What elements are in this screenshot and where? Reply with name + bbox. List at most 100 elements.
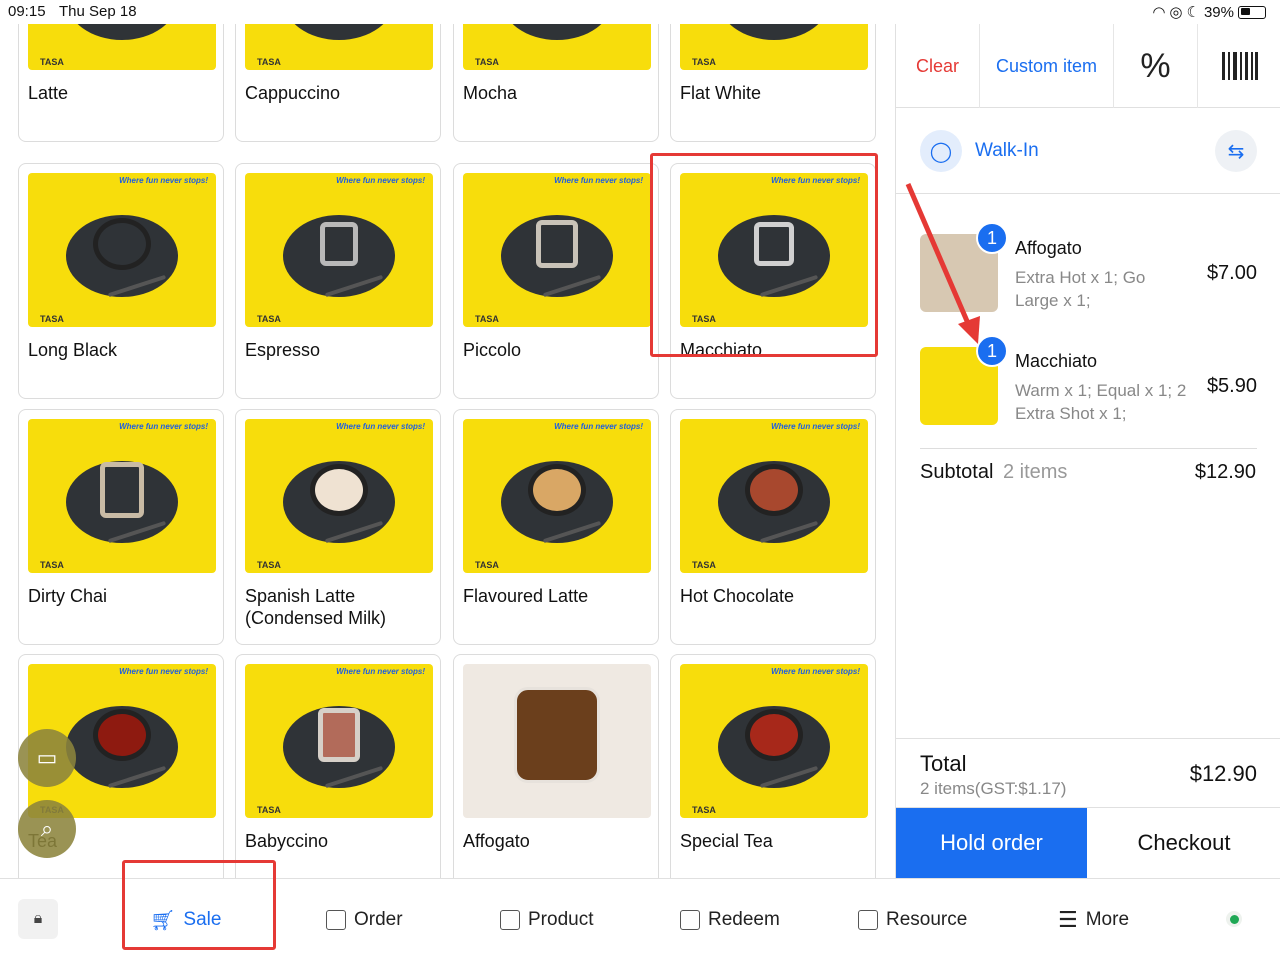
product-card-latte[interactable]: TASA Latte [18, 24, 224, 142]
product-name: Flat White [680, 83, 762, 103]
product-name: Hot Chocolate [680, 586, 795, 606]
product-image: Where fun never stops!TASA [245, 419, 433, 573]
product-image: Where fun never stops!TASA [28, 173, 216, 327]
product-name: Piccolo [463, 340, 522, 360]
total-value: $12.90 [1189, 761, 1257, 786]
clear-button[interactable]: Clear [896, 24, 980, 108]
cash-drawer-button[interactable]: ▭ [18, 729, 76, 787]
nav-sale[interactable]: 🛒︎ Sale [150, 907, 221, 933]
subtotal-count: 2 items [1002, 461, 1068, 483]
search-icon: ⌕ [40, 816, 54, 841]
product-name: Spanish Latte (Condensed Milk) [245, 586, 387, 628]
product-name: Mocha [463, 83, 518, 103]
nav-order[interactable]: Order [326, 907, 403, 933]
cart-toolbar: Clear Custom item % [896, 24, 1280, 108]
product-image: Where fun never stops!TASA [245, 173, 433, 327]
moon-icon: ☾ [1186, 4, 1200, 21]
status-bar: 09:15 Thu Sep 18 ◠ ◎ ☾ 39% [0, 0, 1280, 24]
product-name: Affogato [463, 831, 530, 851]
product-image: Where fun never stops!TASA [463, 419, 651, 573]
nav-more[interactable]: ☰ More [1058, 907, 1129, 933]
product-name: Flavoured Latte [463, 586, 589, 606]
search-button[interactable]: ⌕ [18, 800, 76, 858]
nav-label: Product [528, 909, 594, 930]
line-item-modifiers: Extra Hot x 1; Go Large x 1; [1015, 268, 1146, 310]
lock-icon: 🔒︎ [33, 910, 43, 927]
percent-icon: % [1140, 46, 1171, 85]
product-card-mocha[interactable]: TASA Mocha [453, 24, 659, 142]
product-card-flavoured-latte[interactable]: Where fun never stops! TASA Flavoured Lat… [453, 409, 659, 645]
cart-icon: 🛒︎ [150, 909, 176, 932]
product-card-spanish-latte[interactable]: Where fun never stops! TASA Spanish Latte… [235, 409, 441, 645]
product-card-affogato[interactable]: Affogato [453, 654, 659, 878]
document-icon [858, 910, 878, 930]
line-item-modifiers: Warm x 1; Equal x 1; 2 Extra Shot x 1; [1015, 381, 1187, 423]
product-card-espresso[interactable]: Where fun never stops! TASA Espresso [235, 163, 441, 399]
product-card-long-black[interactable]: Where fun never stops! TASA Long Black [18, 163, 224, 399]
ticket-icon [680, 910, 700, 930]
discount-button[interactable]: % [1114, 24, 1198, 108]
lock-button[interactable]: 🔒︎ [18, 899, 58, 939]
subtotal-value: $12.90 [1194, 461, 1256, 483]
bag-icon [500, 910, 520, 930]
menu-icon: ☰ [1058, 907, 1078, 932]
nav-label: Order [354, 909, 403, 930]
product-image: TASA [680, 24, 868, 70]
bottom-nav: 🔒︎ 🛒︎ Sale Order Product Redeem Resource… [0, 878, 1280, 960]
divider [920, 448, 1257, 449]
nav-product[interactable]: Product [500, 907, 593, 933]
person-icon: ◯ [920, 130, 962, 172]
total-sub: 2 items(GST:$1.17) [920, 779, 1067, 798]
wifi-icon: ◠ [1152, 4, 1166, 21]
nav-resource[interactable]: Resource [858, 907, 967, 933]
product-name: Babyccino [245, 831, 329, 851]
swap-customer-icon[interactable]: ⇆ [1215, 130, 1257, 172]
product-image: TASA [463, 24, 651, 70]
status-date: Thu Sep 18 [59, 3, 137, 20]
online-status-icon [1226, 911, 1242, 927]
hold-order-button[interactable]: Hold order [896, 808, 1087, 878]
product-image: Where fun never stops!TASA [463, 173, 651, 327]
status-right: ◠ ◎ ☾ 39% [1152, 3, 1266, 21]
product-image: TASA [28, 24, 216, 70]
nav-label: More [1085, 909, 1130, 930]
barcode-button[interactable] [1198, 24, 1280, 108]
line-item-name: Affogato [1015, 238, 1082, 258]
status-time: 09:15 [8, 3, 46, 20]
product-name: Dirty Chai [28, 586, 108, 606]
nav-label: Redeem [708, 909, 780, 930]
product-image [463, 664, 651, 818]
product-name: Macchiato [680, 340, 763, 360]
product-card-dirty-chai[interactable]: Where fun never stops! TASA Dirty Chai [18, 409, 224, 645]
product-card-piccolo[interactable]: Where fun never stops! TASA Piccolo [453, 163, 659, 399]
product-grid: TASA Latte TASA Cappuccino TASA Mocha TA… [0, 24, 896, 878]
nav-label: Resource [886, 909, 968, 930]
product-card-babyccino[interactable]: Where fun never stops! TASA Babyccino [235, 654, 441, 878]
product-card-hot-chocolate[interactable]: Where fun never stops! TASA Hot Chocolate [670, 409, 876, 645]
product-name: Cappuccino [245, 83, 341, 103]
product-card-cappuccino[interactable]: TASA Cappuccino [235, 24, 441, 142]
subtotal-label: Subtotal [920, 461, 994, 483]
barcode-icon [1221, 52, 1258, 80]
line-item-price: $7.00 [1206, 262, 1257, 284]
product-name: Espresso [245, 340, 321, 360]
product-card-macchiato[interactable]: Where fun never stops! TASA Macchiato [670, 163, 876, 399]
custom-item-button[interactable]: Custom item [980, 24, 1114, 108]
product-card-flat-white[interactable]: TASA Flat White [670, 24, 876, 142]
total-row: Total 2 items(GST:$1.17) $12.90 [896, 738, 1280, 808]
product-image: Where fun never stops!TASA [680, 173, 868, 327]
product-card-special-tea[interactable]: Where fun never stops! TASA Special Tea [670, 654, 876, 878]
checkout-button[interactable]: Checkout [1087, 808, 1280, 878]
annotation-arrow [905, 183, 980, 344]
line-item-price: $5.90 [1206, 375, 1257, 397]
rotation-lock-icon: ◎ [1169, 4, 1183, 21]
product-name: Special Tea [680, 831, 773, 851]
nav-label: Sale [183, 909, 222, 930]
product-image: Where fun never stops!TASA [680, 419, 868, 573]
battery-percent: 39% [1203, 3, 1234, 21]
subtotal-row: Subtotal 2 items [920, 461, 1067, 484]
cart-line-item[interactable]: 1 Macchiato Warm x 1; Equal x 1; 2 Extra… [920, 335, 1257, 437]
customer-name: Walk-In [975, 140, 1039, 161]
order-list-icon [326, 910, 346, 930]
nav-redeem[interactable]: Redeem [680, 907, 780, 933]
